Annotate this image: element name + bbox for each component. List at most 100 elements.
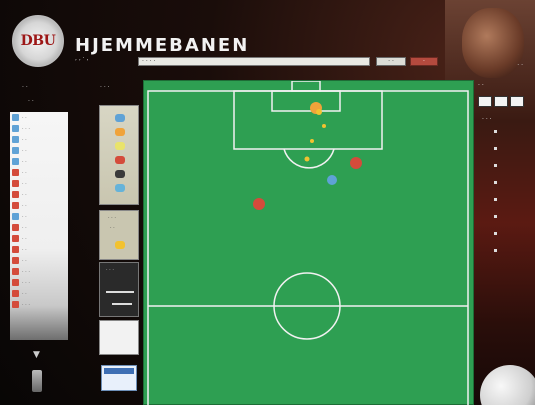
app-title: HJEMMEBANEN [75, 35, 250, 56]
right-label: · · · [482, 116, 492, 123]
blue-player-tool-icon[interactable] [115, 114, 125, 122]
player-tools-panel [99, 105, 139, 205]
player-list-item[interactable]: · · [10, 211, 68, 222]
counter-digit [478, 96, 492, 107]
pass-dot [322, 124, 326, 128]
player-label: · · [22, 235, 27, 242]
right-heading: · · [478, 82, 484, 89]
player-label: · · · [22, 125, 30, 132]
red-player-icon [12, 246, 19, 253]
player-label: · · [22, 290, 27, 297]
black-player-tool-icon[interactable] [115, 170, 125, 178]
player-list-item[interactable]: · · [10, 178, 68, 189]
app-window: DBU HJEMMEBANEN , , · , · · · · · · · · … [0, 0, 535, 405]
player-list-item[interactable]: · · [10, 167, 68, 178]
red-player-icon [12, 301, 19, 308]
lightblue-player-tool-icon[interactable] [115, 184, 125, 192]
red-player-icon [12, 268, 19, 275]
goal [291, 81, 321, 92]
right-indicator-list [488, 130, 504, 330]
player-list-item[interactable]: · · [10, 255, 68, 266]
player-label: · · · [22, 268, 30, 275]
blue-player-icon [12, 213, 19, 220]
red-player-icon [12, 202, 19, 209]
indicator-dot [494, 147, 497, 150]
ball-marker [316, 109, 322, 115]
red-player-icon [12, 279, 19, 286]
player-list-item[interactable]: · · · [10, 277, 68, 288]
player-marker [350, 157, 362, 169]
player-list-item[interactable]: · · [10, 156, 68, 167]
red-player-icon [12, 224, 19, 231]
toolbar-button-2[interactable]: · [410, 57, 438, 66]
player-list-item[interactable]: · · [10, 222, 68, 233]
player-list-item[interactable]: · · [10, 200, 68, 211]
left-heading-3: · · [28, 98, 34, 105]
player-marker [327, 175, 337, 185]
player-label: · · [22, 147, 27, 154]
indicator-dot [494, 249, 497, 252]
player-list-item[interactable]: · · · [10, 123, 68, 134]
player-list-item[interactable]: · · [10, 244, 68, 255]
indicator-dot [494, 232, 497, 235]
left-heading-1: · · [22, 84, 28, 91]
dbu-logo: DBU [12, 15, 64, 67]
ball-tools-label-1: · · · [108, 215, 116, 221]
red-player-icon [12, 180, 19, 187]
player-list-item[interactable]: · · [10, 189, 68, 200]
red-player-icon [12, 235, 19, 242]
yellow-player-tool-icon[interactable] [115, 142, 125, 150]
save-widget-bar [104, 368, 134, 374]
player-label: · · [22, 114, 27, 121]
pass-dot [310, 139, 314, 143]
score-counter [478, 96, 524, 107]
trash-icon[interactable] [32, 370, 42, 392]
toolbar-field[interactable]: · · · · [138, 57, 370, 66]
player-list-item[interactable]: · · · [10, 299, 68, 310]
save-widget[interactable] [101, 365, 137, 391]
blue-player-icon [12, 158, 19, 165]
player-list-item[interactable]: · · [10, 233, 68, 244]
blue-player-icon [12, 136, 19, 143]
counter-digit [494, 96, 508, 107]
player-label: · · [22, 246, 27, 253]
ball-tool-icon[interactable] [115, 241, 125, 249]
indicator-dot [494, 198, 497, 201]
player-label: · · · [22, 279, 30, 286]
player-list-item[interactable]: · · · [10, 266, 68, 277]
pitch-markings [147, 81, 469, 405]
blue-player-icon [12, 125, 19, 132]
player-label: · · [22, 169, 27, 176]
indicator-dot [494, 181, 497, 184]
arrow-line-tool[interactable] [112, 303, 132, 305]
football-pitch[interactable] [143, 80, 474, 405]
pass-dot [304, 156, 310, 162]
solid-line-tool[interactable] [106, 291, 134, 293]
orange-player-tool-icon[interactable] [115, 128, 125, 136]
goal-box [271, 90, 341, 112]
player-list-item[interactable]: · · [10, 288, 68, 299]
indicator-dot [494, 164, 497, 167]
ball-tools-label-2: · · [110, 225, 115, 231]
red-player-tool-icon[interactable] [115, 156, 125, 164]
indicator-dot [494, 130, 497, 133]
scroll-down-icon[interactable]: ▼ [33, 350, 40, 360]
player-list-item[interactable]: · · [10, 145, 68, 156]
player-label: · · [22, 224, 27, 231]
penalty-box [233, 90, 383, 150]
player-label: · · [22, 136, 27, 143]
player-list-item[interactable]: · · [10, 112, 68, 123]
toolbar: · · · · · · · [138, 57, 438, 67]
player-marker [253, 198, 265, 210]
line-tools-panel: · · · [99, 262, 139, 317]
player-label: · · [22, 180, 27, 187]
red-player-icon [12, 290, 19, 297]
blue-player-icon [12, 114, 19, 121]
player-list-item[interactable]: · · [10, 134, 68, 145]
red-player-icon [12, 169, 19, 176]
blue-player-icon [12, 147, 19, 154]
left-heading-2: · · · [100, 84, 110, 91]
player-label: · · [22, 257, 27, 264]
preview-panel [99, 320, 139, 355]
toolbar-button-1[interactable]: · · [376, 57, 406, 66]
